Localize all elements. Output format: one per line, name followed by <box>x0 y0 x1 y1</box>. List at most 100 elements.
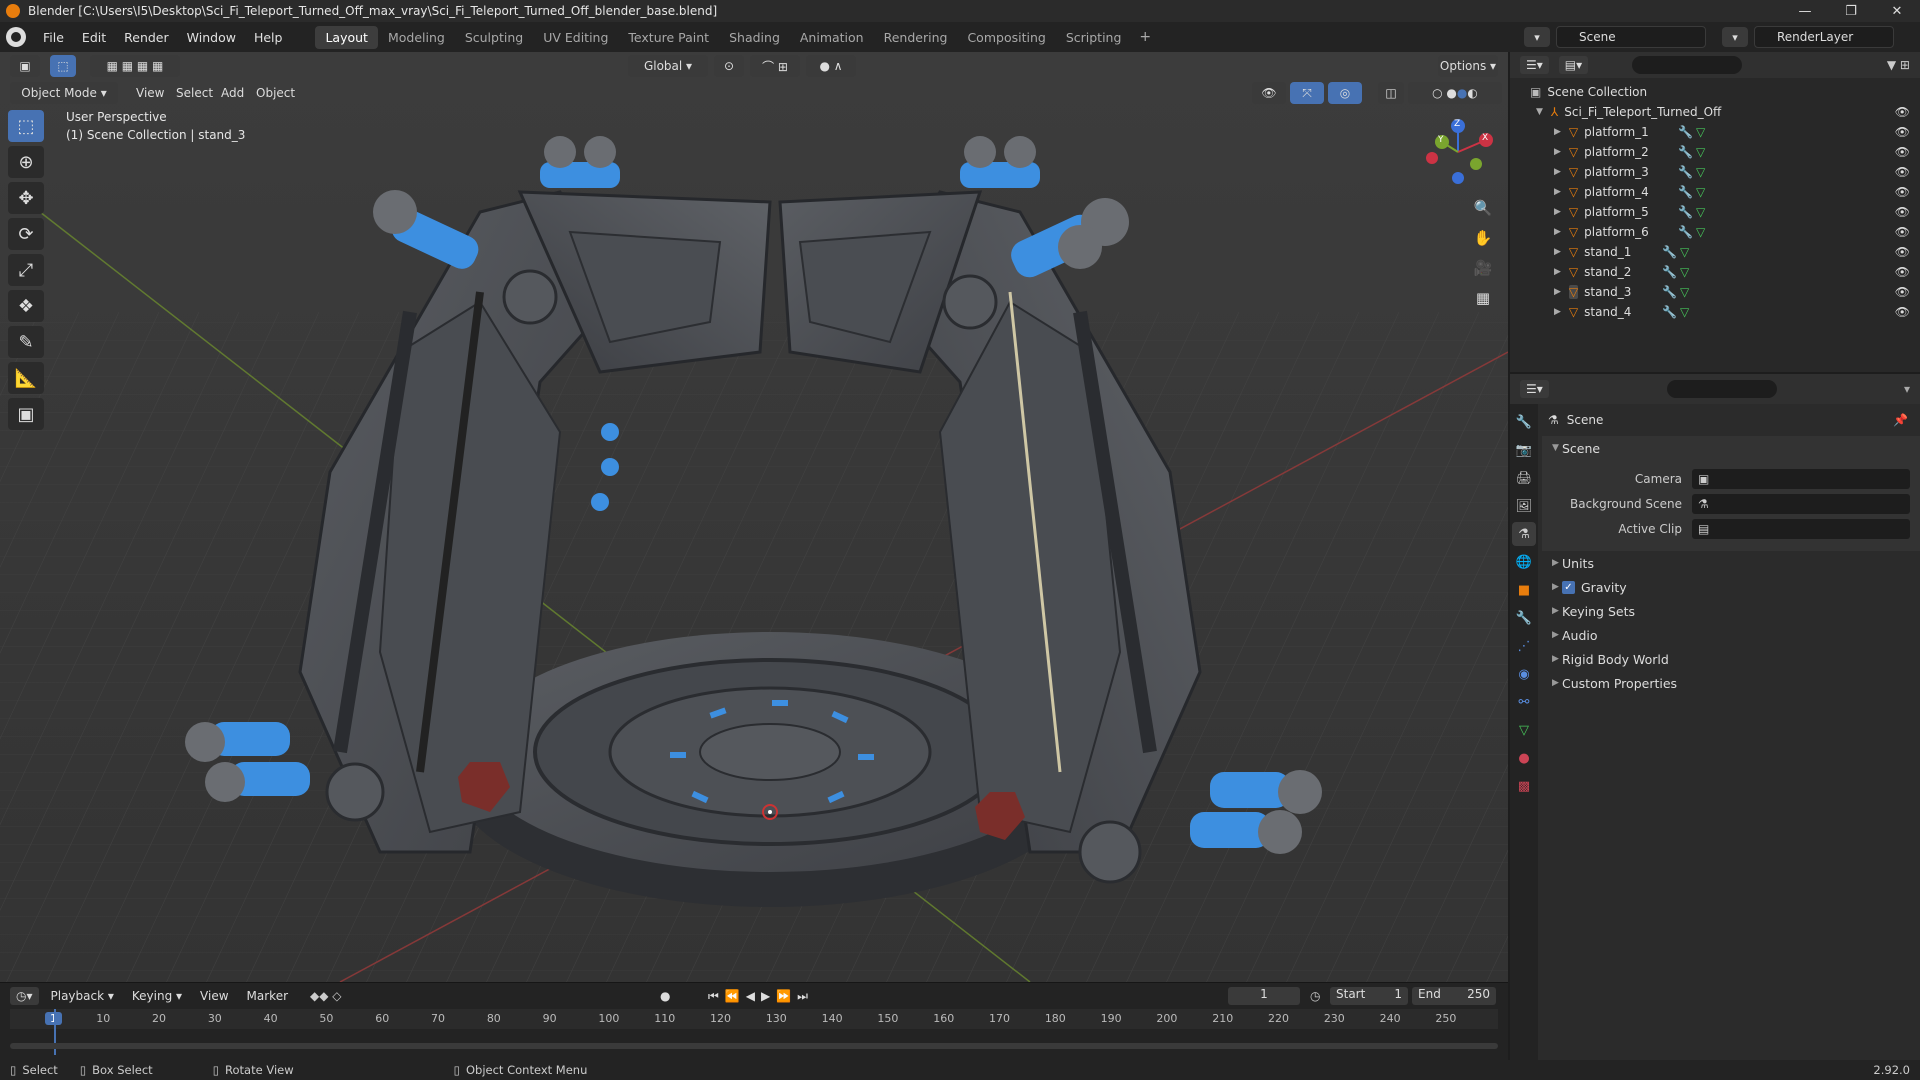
collection-row[interactable]: ▼ ⅄ Sci_Fi_Teleport_Turned_Off 👁 <box>1510 102 1920 122</box>
outliner-object-row[interactable]: ▶ ▽ stand_1 🔧 ▽ 👁 <box>1510 242 1920 262</box>
scene-collection-row[interactable]: ▣ Scene Collection <box>1510 82 1920 102</box>
expand-icon[interactable]: ▶ <box>1554 267 1561 277</box>
properties-options-icon[interactable]: ▾ <box>1904 382 1910 396</box>
visibility-eye-icon[interactable]: 👁 <box>1895 205 1910 219</box>
scene-tab-icon[interactable]: ⚗ <box>1512 522 1536 546</box>
outliner-object-row[interactable]: ▶ ▽ stand_2 🔧 ▽ 👁 <box>1510 262 1920 282</box>
particles-tab-icon[interactable]: ⋰ <box>1512 634 1536 658</box>
view-layer-selector[interactable]: RenderLayer <box>1754 26 1894 48</box>
gizmo-toggle-icon[interactable]: ⤧ <box>1290 82 1324 104</box>
transform-orientation-dropdown[interactable]: Global ▾ <box>628 55 708 77</box>
scene-browse-icon[interactable]: ▾ <box>1524 27 1550 47</box>
properties-search-input[interactable] <box>1666 380 1777 398</box>
zoom-icon[interactable]: 🔍 <box>1468 194 1498 222</box>
annotate-tool-icon[interactable]: ✎ <box>8 326 44 358</box>
playback-controls[interactable]: ⏮⏪◀▶⏩⏭ <box>708 989 814 1004</box>
marker-menu[interactable]: Marker <box>241 987 294 1005</box>
modifier-icon[interactable]: 🔧 <box>1662 245 1677 259</box>
filter-icon[interactable]: ▼ ⊞ <box>1887 58 1910 72</box>
cursor-tool-icon[interactable]: ⊕ <box>8 146 44 178</box>
modifier-icon[interactable]: 🔧 <box>1662 305 1677 319</box>
start-frame-field[interactable]: Start 1 <box>1330 987 1408 1005</box>
options-dropdown[interactable]: Options ▾ <box>1438 55 1498 77</box>
timeline-view-menu[interactable]: View <box>194 987 234 1005</box>
modifier-icon[interactable]: 🔧 <box>1678 165 1693 179</box>
pin-icon[interactable]: 📌 <box>1893 413 1908 427</box>
modifier-tab-icon[interactable]: 🔧 <box>1512 606 1536 630</box>
tab-layout[interactable]: Layout <box>315 25 378 49</box>
tab-sculpting[interactable]: Sculpting <box>455 26 533 49</box>
timeline-scrollbar[interactable] <box>10 1043 1498 1049</box>
outliner-object-row[interactable]: ▶ ▽ stand_3 🔧 ▽ 👁 <box>1510 282 1920 302</box>
visibility-icon[interactable]: 👁 <box>1252 82 1286 104</box>
overlays-toggle-icon[interactable]: ◎ <box>1328 82 1362 104</box>
data-tab-icon[interactable]: ▽ <box>1512 718 1536 742</box>
active-clip-field[interactable]: ▤ <box>1692 518 1910 539</box>
camera-field[interactable]: ▣ <box>1692 468 1910 489</box>
outliner-object-row[interactable]: ▶ ▽ platform_3 🔧 ▽ 👁 <box>1510 162 1920 182</box>
modifier-icon[interactable]: 🔧 <box>1662 285 1677 299</box>
world-tab-icon[interactable]: 🌐 <box>1512 550 1536 574</box>
tab-scripting[interactable]: Scripting <box>1056 26 1132 49</box>
visibility-eye-icon[interactable]: 👁 <box>1895 185 1910 199</box>
outliner-editor-type-icon[interactable]: ☰▾ <box>1520 56 1549 74</box>
mode-dropdown[interactable]: Object Mode ▾ <box>10 82 118 104</box>
scene-section-header[interactable]: ▼ Scene <box>1542 436 1920 460</box>
timeline-track[interactable] <box>10 1009 1498 1055</box>
menu-window[interactable]: Window <box>178 30 245 45</box>
selection-mode-group[interactable]: ▦ ▦ ▦ ▦ <box>90 55 180 77</box>
modifier-icon[interactable]: 🔧 <box>1678 205 1693 219</box>
expand-icon[interactable]: ▶ <box>1554 127 1561 137</box>
view-layer-browse-icon[interactable]: ▾ <box>1722 27 1748 47</box>
mesh-data-icon[interactable]: ▽ <box>1696 185 1705 199</box>
modifier-icon[interactable]: 🔧 <box>1678 225 1693 239</box>
keyframe-icons[interactable]: ◆◆ ◇ <box>310 989 342 1003</box>
mesh-data-icon[interactable]: ▽ <box>1696 165 1705 179</box>
keying-menu[interactable]: Keying ▾ <box>126 987 188 1005</box>
object-tab-icon[interactable]: ■ <box>1512 578 1536 602</box>
add-cube-tool-icon[interactable]: ▣ <box>8 398 44 430</box>
mesh-data-icon[interactable]: ▽ <box>1680 245 1689 259</box>
current-frame-field[interactable]: 1 <box>1228 987 1300 1005</box>
expand-icon[interactable]: ▶ <box>1554 207 1561 217</box>
tool-tab-icon[interactable]: 🔧 <box>1512 410 1536 434</box>
add-menu[interactable]: Add <box>215 84 250 102</box>
outliner-object-row[interactable]: ▶ ▽ platform_6 🔧 ▽ 👁 <box>1510 222 1920 242</box>
mesh-data-icon[interactable]: ▽ <box>1680 285 1689 299</box>
rigid-body-world-section[interactable]: ▶ Rigid Body World <box>1542 647 1920 671</box>
custom-properties-section[interactable]: ▶ Custom Properties <box>1542 671 1920 695</box>
tab-compositing[interactable]: Compositing <box>957 26 1055 49</box>
tab-texture-paint[interactable]: Texture Paint <box>618 26 719 49</box>
menu-help[interactable]: Help <box>245 30 292 45</box>
visibility-eye-icon[interactable]: 👁 <box>1895 265 1910 279</box>
properties-editor-type-icon[interactable]: ☰▾ <box>1520 380 1549 398</box>
keying-sets-section[interactable]: ▶ Keying Sets <box>1542 599 1920 623</box>
move-tool-icon[interactable]: ✥ <box>8 182 44 214</box>
object-menu[interactable]: Object <box>250 84 301 102</box>
add-workspace-button[interactable]: + <box>1131 29 1159 45</box>
proportional-editing-icon[interactable]: ● ∧ <box>806 55 856 77</box>
expand-icon[interactable]: ▶ <box>1554 247 1561 257</box>
tab-uv-editing[interactable]: UV Editing <box>533 26 618 49</box>
outliner-search-input[interactable] <box>1632 56 1743 74</box>
transform-tool-icon[interactable]: ❖ <box>8 290 44 322</box>
tab-modeling[interactable]: Modeling <box>378 26 455 49</box>
visibility-eye-icon[interactable]: 👁 <box>1895 165 1910 179</box>
physics-tab-icon[interactable]: ◉ <box>1512 662 1536 686</box>
rotate-tool-icon[interactable]: ⟳ <box>8 218 44 250</box>
expand-icon[interactable]: ▶ <box>1554 167 1561 177</box>
playback-menu[interactable]: Playback ▾ <box>45 987 120 1005</box>
end-frame-field[interactable]: End 250 <box>1412 987 1496 1005</box>
outliner-object-row[interactable]: ▶ ▽ platform_5 🔧 ▽ 👁 <box>1510 202 1920 222</box>
visibility-eye-icon[interactable]: 👁 <box>1895 285 1910 299</box>
mesh-data-icon[interactable]: ▽ <box>1680 305 1689 319</box>
expand-icon[interactable]: ▶ <box>1554 187 1561 197</box>
modifier-icon[interactable]: 🔧 <box>1678 125 1693 139</box>
visibility-eye-icon[interactable]: 👁 <box>1895 145 1910 159</box>
measure-tool-icon[interactable]: 📐 <box>8 362 44 394</box>
visibility-eye-icon[interactable]: 👁 <box>1895 225 1910 239</box>
expand-icon[interactable]: ▶ <box>1554 307 1561 317</box>
menu-edit[interactable]: Edit <box>73 30 115 45</box>
outliner-object-row[interactable]: ▶ ▽ platform_2 🔧 ▽ 👁 <box>1510 142 1920 162</box>
close-button[interactable]: ✕ <box>1874 0 1920 22</box>
